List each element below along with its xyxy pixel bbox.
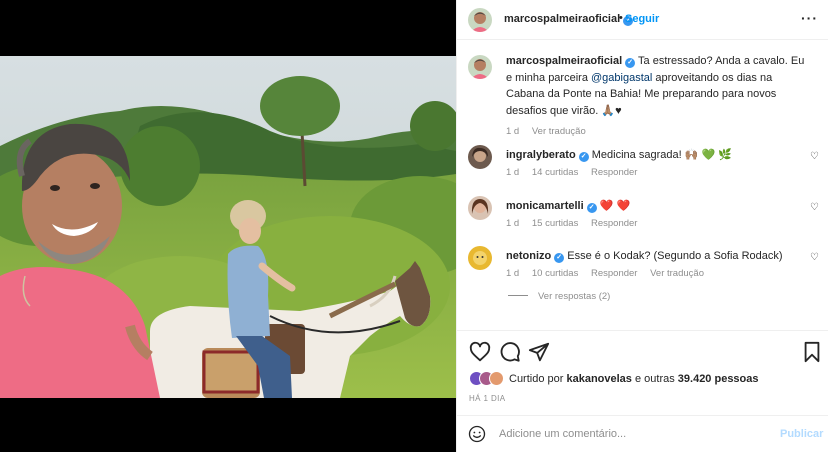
author-avatar[interactable] <box>468 8 492 32</box>
comment-meta: 1 d 15 curtidas Responder <box>506 218 647 229</box>
heart-icon[interactable] <box>469 341 491 363</box>
bookmark-icon[interactable] <box>801 341 823 363</box>
caption-avatar[interactable] <box>468 55 492 79</box>
post-media <box>0 0 456 452</box>
likes-prefix: Curtido por <box>509 373 567 385</box>
comment-username[interactable]: netonizo <box>506 250 551 262</box>
follow-button[interactable]: Seguir <box>625 13 659 25</box>
comment-avatar[interactable] <box>468 196 492 220</box>
comment-time: 1 d <box>506 167 520 178</box>
separator-dot: • <box>619 12 623 24</box>
verified-badge-icon: ✓ <box>554 253 565 263</box>
share-plane-svg <box>528 342 550 362</box>
caption-meta: 1 d Ver tradução <box>506 126 596 137</box>
comment-like-heart-icon[interactable]: ♡ <box>810 202 819 213</box>
comment-avatar-image <box>468 246 492 270</box>
comment-reply-button[interactable]: Responder <box>591 167 637 178</box>
comment-reply-button[interactable]: Responder <box>591 268 637 279</box>
comment-likes-count[interactable]: 10 curtidas <box>532 268 578 279</box>
comments-list[interactable]: marcospalmeiraoficial ✓ Ta estressado? An… <box>457 41 828 327</box>
replies-divider <box>508 295 528 296</box>
verified-badge-icon: ✓ <box>625 58 636 68</box>
emoji-face-svg <box>468 425 486 443</box>
comment-body: ❤️ ❤️ <box>599 200 631 212</box>
publish-button[interactable]: Publicar <box>780 428 823 440</box>
comment-likes-count[interactable]: 14 curtidas <box>532 167 578 178</box>
horse-riding-photo <box>0 56 456 398</box>
bookmark-svg <box>804 341 820 363</box>
post-panel: marcospalmeiraoficial ✓ • Seguir ··· marc… <box>456 0 828 452</box>
comment-likes-count[interactable]: 15 curtidas <box>532 218 578 229</box>
comment-meta: 1 d 14 curtidas Responder <box>506 167 647 178</box>
like-heart-svg <box>469 341 491 362</box>
comment-body: Medicina sagrada! 🙌🏽 💚 🌿 <box>591 149 732 161</box>
verified-badge-icon: ✓ <box>586 203 597 213</box>
comment-text: ingralyberato ✓ Medicina sagrada! 🙌🏽 💚 🌿 <box>506 147 806 164</box>
comment-reply-button[interactable]: Responder <box>591 218 637 229</box>
comment-avatar[interactable] <box>468 145 492 169</box>
author-username-text[interactable]: marcospalmeiraoficial <box>504 13 620 25</box>
add-comment-bar: Publicar <box>457 415 828 452</box>
comment-bubble-svg <box>500 342 520 362</box>
comment-avatar[interactable] <box>468 246 492 270</box>
comment-time: 1 d <box>506 268 520 279</box>
comment-icon[interactable] <box>499 341 521 363</box>
emoji-icon[interactable] <box>468 425 486 443</box>
share-icon[interactable] <box>528 341 550 363</box>
verified-badge-icon: ✓ <box>578 152 589 162</box>
post-header: marcospalmeiraoficial ✓ • Seguir ··· <box>457 0 828 40</box>
author-username[interactable]: marcospalmeiraoficial ✓ <box>504 13 634 26</box>
caption-text: marcospalmeiraoficial ✓ Ta estressado? An… <box>506 53 806 119</box>
likes-first-user[interactable]: kakanovelas <box>566 373 631 385</box>
likes-count[interactable]: 39.420 pessoas <box>678 373 759 385</box>
caption-mention-link[interactable]: @gabigastal <box>591 72 652 84</box>
comment-body: Esse é o Kodak? (Segundo a Sofia Rodack) <box>567 250 783 262</box>
likes-middle: e outras <box>631 373 678 385</box>
view-replies-label[interactable]: Ver respostas (2) <box>538 291 610 302</box>
caption-time: 1 d <box>506 126 520 137</box>
caption-avatar-image <box>468 55 492 79</box>
comment-translation-link[interactable]: Ver tradução <box>650 268 704 279</box>
caption-username[interactable]: marcospalmeiraoficial <box>506 55 622 67</box>
comment-username[interactable]: monicamartelli <box>506 200 584 212</box>
post-date[interactable]: HÁ 1 DIA <box>469 394 506 403</box>
post-photo[interactable] <box>0 56 456 398</box>
comment-avatar-image <box>468 145 492 169</box>
comment-text: netonizo ✓ Esse é o Kodak? (Segundo a Sof… <box>506 248 806 265</box>
more-options-icon[interactable]: ··· <box>801 10 818 26</box>
likes-summary: Curtido por kakanovelas e outras 39.420 … <box>509 373 759 385</box>
comment-input[interactable] <box>499 426 769 442</box>
view-replies-link[interactable]: Ver respostas (2) <box>508 291 610 302</box>
comment-like-heart-icon[interactable]: ♡ <box>810 151 819 162</box>
post-actions: Curtido por kakanovelas e outras 39.420 … <box>457 330 828 414</box>
comment-like-heart-icon[interactable]: ♡ <box>810 252 819 263</box>
comment-username[interactable]: ingralyberato <box>506 149 576 161</box>
caption-translation-link[interactable]: Ver tradução <box>532 126 586 137</box>
author-avatar-image <box>468 8 492 32</box>
comment-text: monicamartelli ✓ ❤️ ❤️ <box>506 198 806 215</box>
comment-avatar-image <box>468 196 492 220</box>
comment-meta: 1 d 10 curtidas Responder Ver tradução <box>506 268 714 279</box>
liker-avatar <box>489 371 504 386</box>
comment-time: 1 d <box>506 218 520 229</box>
